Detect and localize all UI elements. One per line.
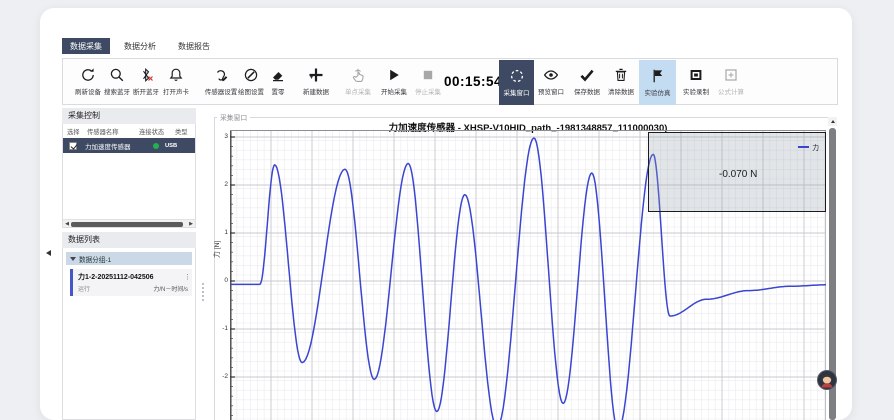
start-collect-label: 开始采集 (381, 86, 407, 96)
column-header: 传感器名称 (87, 127, 139, 136)
collapse-arrow-icon (46, 250, 51, 256)
data-item-status: 运行 (78, 284, 90, 293)
data-list-item[interactable]: 力1-2-20251112-042506 运行 力/N－时间/s ⋮ (70, 269, 192, 296)
connection-status-dot (153, 143, 159, 149)
eye-icon (543, 67, 559, 83)
legend-line-icon (798, 146, 809, 148)
stop-collect-label: 停止采集 (415, 86, 441, 96)
panel-splitter[interactable] (196, 108, 212, 420)
y-tick-label: 2 (216, 181, 228, 188)
item-more-icon[interactable]: ⋮ (184, 273, 191, 281)
y-axis-label: 力 [N] (211, 241, 221, 258)
assistant-avatar-button[interactable] (817, 370, 837, 390)
y-tick-label: -1 (216, 325, 228, 332)
formula-icon (723, 67, 739, 83)
cursor-value-readout: -0.070 N (719, 169, 757, 180)
app-window: 数据采集数据分析数据报告 00:15:54 刷新设备搜索蓝牙断开蓝牙打开声卡传感… (40, 8, 852, 420)
clear-data-label: 清除数据 (608, 86, 634, 96)
column-header: 选择 (63, 127, 87, 136)
formula-calc-label: 公式计算 (718, 86, 744, 96)
set-zero-label: 置零 (272, 86, 285, 96)
eraser-icon (270, 67, 286, 83)
data-item-axes: 力/N－时间/s (153, 284, 188, 293)
open-soundcard-button[interactable]: 打开声卡 (154, 59, 198, 104)
play-icon (386, 67, 402, 83)
experiment-sim-button[interactable]: 实验仿真 (639, 60, 676, 105)
sensor-table-header: 选择传感器名称连接状态类型 (63, 124, 195, 138)
sensor-icon (213, 67, 229, 83)
screen-icon (688, 67, 704, 83)
sidebar-collapse-handle[interactable] (44, 248, 53, 258)
sensor-type: USB (165, 143, 177, 149)
search-icon (109, 67, 125, 83)
y-tick-label: 3 (216, 133, 228, 140)
sensor-name: 力加速度传感器 (85, 141, 143, 151)
sensor-row[interactable]: 力加速度传感器 USB (63, 138, 195, 153)
collect-timer: 00:15:54 (444, 71, 502, 93)
dashed-circle-icon (509, 68, 525, 84)
chart-area: 采集窗口 力加速度传感器 - XHSP-V10HID_path_-1981348… (212, 108, 838, 420)
group-expand-icon[interactable] (70, 257, 76, 261)
group-label: 数据分组-1 (79, 254, 111, 264)
refresh-icon (80, 67, 96, 83)
tab-bar: 数据采集数据分析数据报告 (62, 38, 218, 54)
bluetooth-off-icon (138, 67, 154, 83)
collection-control-panel: 采集控制 选择传感器名称连接状态类型 力加速度传感器 USB ◀ ▶ (62, 108, 196, 228)
data-list-title: 数据列表 (62, 232, 196, 248)
collect-window-label: 采集窗口 (504, 87, 530, 97)
check-icon (579, 67, 595, 83)
data-list-panel: 数据列表 数据分组-1 力1-2-20251112-042506 运行 力/N－时间/… (62, 232, 196, 420)
save-data-label: 保存数据 (574, 86, 600, 96)
plus-icon (308, 67, 324, 83)
sensor-checkbox[interactable] (69, 142, 77, 150)
trash-icon (613, 67, 629, 83)
experiment-record-label: 实验录制 (683, 86, 709, 96)
tab-数据分析[interactable]: 数据分析 (116, 38, 164, 54)
y-tick-label: 1 (216, 229, 228, 236)
y-tick-label: 0 (216, 277, 228, 284)
column-header: 类型 (175, 127, 196, 136)
experiment-sim-label: 实验仿真 (645, 87, 671, 97)
open-soundcard-label: 打开声卡 (163, 86, 189, 96)
collection-panel-title: 采集控制 (62, 108, 196, 124)
stop-collect-button[interactable]: 停止采集 (406, 59, 450, 104)
bell-icon (168, 67, 184, 83)
sensor-table-hscrollbar[interactable]: ◀ ▶ (63, 219, 195, 227)
preview-window-label: 预览窗口 (538, 86, 564, 96)
new-data-button[interactable]: 新建数据 (294, 59, 338, 104)
formula-calc-button[interactable]: 公式计算 (709, 59, 753, 104)
zoom-selection-overlay[interactable]: 力 -0.070 N (648, 132, 826, 212)
column-header: 连接状态 (139, 127, 175, 136)
hscroll-thumb[interactable] (71, 222, 183, 227)
stop-icon (420, 67, 436, 83)
chart-legend: 力 (798, 142, 819, 152)
tab-数据采集[interactable]: 数据采集 (62, 38, 110, 54)
new-data-label: 新建数据 (303, 86, 329, 96)
waveform-plot[interactable]: 力 -0.070 N 3210-1-2 (230, 130, 826, 420)
avatar-icon (817, 370, 837, 390)
y-tick-label: -2 (216, 373, 228, 380)
tab-数据报告[interactable]: 数据报告 (170, 38, 218, 54)
clear-data-button[interactable]: 清除数据 (599, 59, 643, 104)
flag-icon (650, 68, 666, 84)
single-point-label: 单点采集 (345, 86, 371, 96)
touch-icon (350, 67, 366, 83)
splitter-grip-icon (202, 283, 204, 301)
legend-label: 力 (812, 142, 819, 152)
chart-groupbox-label: 采集窗口 (217, 112, 250, 122)
scroll-right-icon[interactable]: ▶ (187, 220, 195, 228)
data-group-header[interactable]: 数据分组-1 (66, 252, 192, 265)
scroll-up-icon[interactable] (828, 117, 837, 126)
data-item-title: 力1-2-20251112-042506 (78, 272, 188, 282)
toolbar: 00:15:54 刷新设备搜索蓝牙断开蓝牙打开声卡传感器设置绘图设置置零▾新建数… (62, 58, 838, 105)
scroll-left-icon[interactable]: ◀ (63, 220, 71, 228)
sensor-table: 选择传感器名称连接状态类型 力加速度传感器 USB ◀ ▶ (62, 124, 196, 228)
